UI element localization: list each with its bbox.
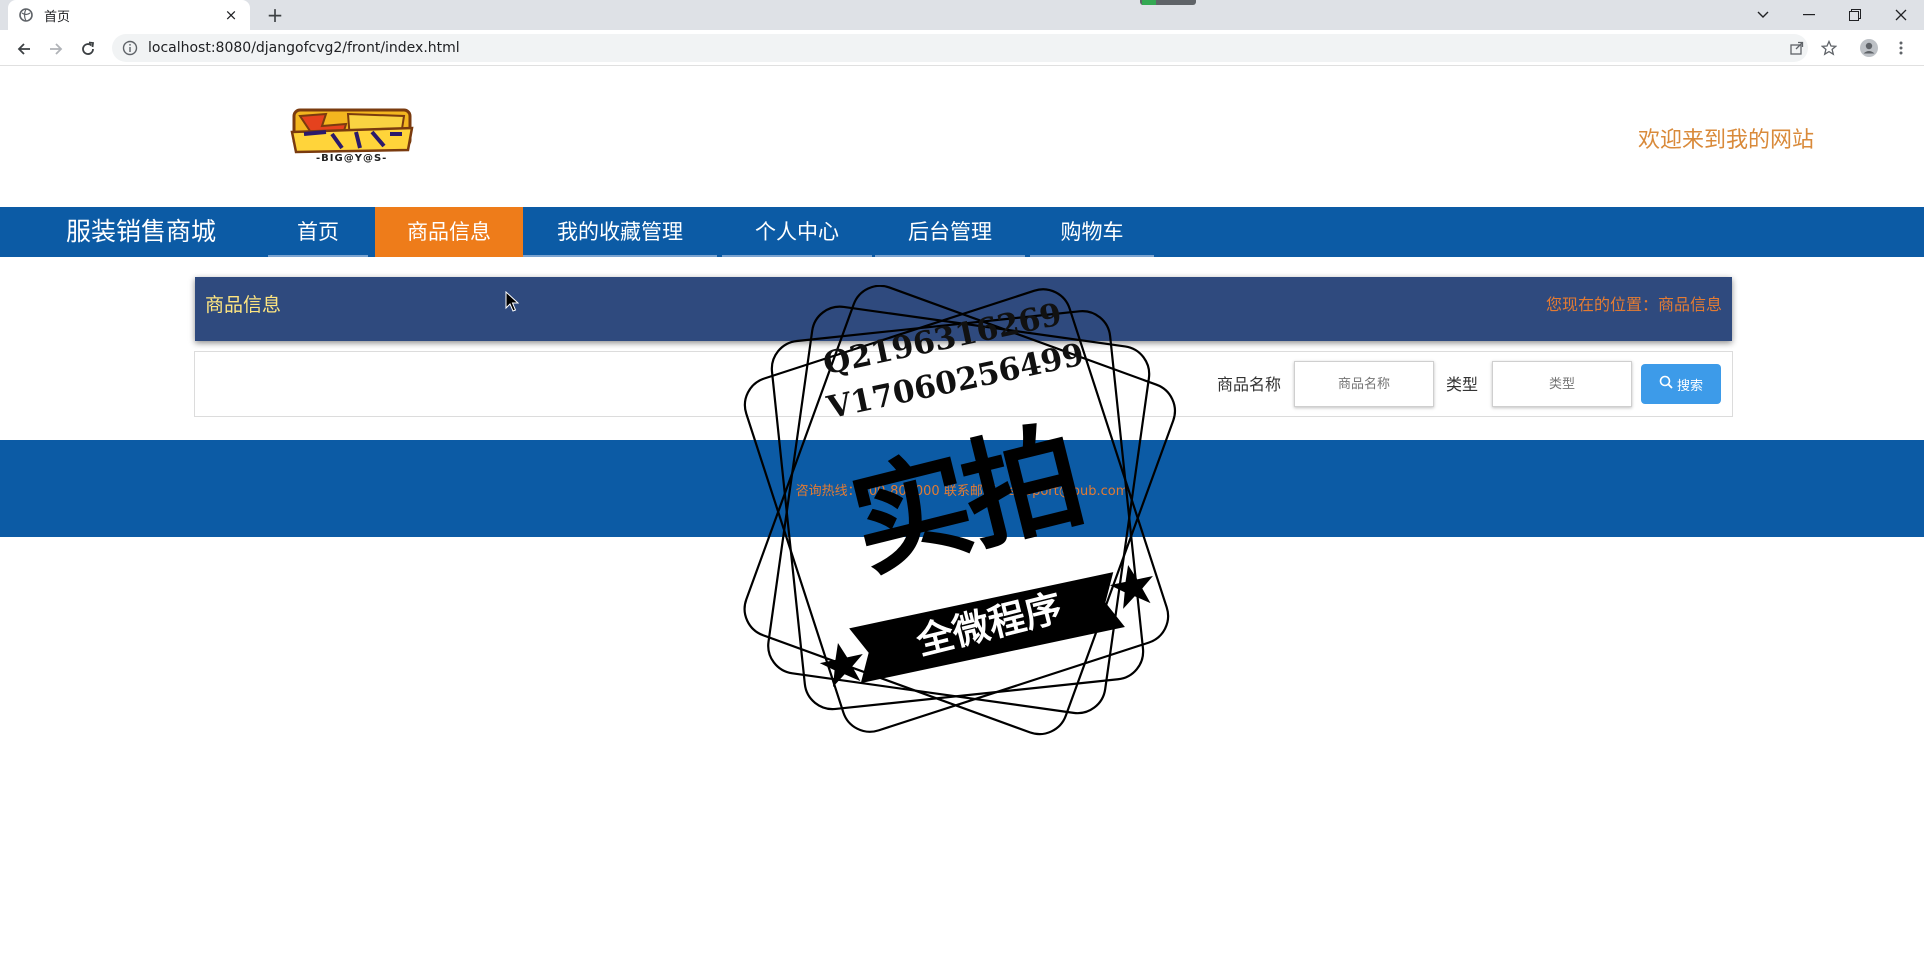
browser-tab[interactable]: 首页 × <box>8 0 250 30</box>
main-nav: 服装销售商城 首页 商品信息 我的收藏管理 个人中心 后台管理 购物车 <box>0 207 1924 257</box>
browser-tab-bar: 首页 × + <box>0 0 1924 30</box>
nav-item-cart[interactable]: 购物车 <box>1030 207 1154 257</box>
share-icon[interactable] <box>1784 34 1810 62</box>
page-title: 商品信息 <box>205 294 282 316</box>
search-button-label: 搜索 <box>1676 378 1703 394</box>
nav-item-profile[interactable]: 个人中心 <box>722 207 872 257</box>
url-text: localhost:8080/djangofcvg2/front/index.h… <box>148 40 460 56</box>
mouse-cursor-icon <box>505 290 520 313</box>
site-info-icon[interactable] <box>122 40 138 56</box>
nav-item-admin[interactable]: 后台管理 <box>875 207 1025 257</box>
back-icon[interactable] <box>11 36 37 62</box>
url-field[interactable]: localhost:8080/djangofcvg2/front/index.h… <box>112 34 1808 62</box>
search-button[interactable]: 搜索 <box>1641 364 1721 404</box>
type-input[interactable] <box>1492 361 1632 407</box>
breadcrumb: 您现在的位置：商品信息 <box>1545 295 1722 314</box>
forward-icon[interactable] <box>43 36 69 62</box>
product-name-input[interactable] <box>1294 361 1434 407</box>
profile-avatar-icon[interactable] <box>1856 34 1882 62</box>
close-tab-icon[interactable]: × <box>222 6 240 24</box>
tab-title: 首页 <box>44 9 71 25</box>
watermark-stamp: Q2196316269 V17060256499 实拍 全微程序 <box>728 284 1190 745</box>
logo-subtitle: -BIG@Y@S- <box>316 153 388 164</box>
browser-menu-icon[interactable] <box>1888 34 1914 62</box>
welcome-text: 欢迎来到我的网站 <box>1637 128 1814 153</box>
tab-indicator <box>1140 0 1196 5</box>
nav-item-favorites[interactable]: 我的收藏管理 <box>523 207 717 257</box>
site-header: -BIG@Y@S- 欢迎来到我的网站 <box>0 66 1924 207</box>
address-bar: localhost:8080/djangofcvg2/front/index.h… <box>0 30 1924 66</box>
restore-icon[interactable] <box>1832 0 1878 30</box>
type-label: 类型 <box>1446 375 1479 394</box>
search-icon <box>1659 375 1673 393</box>
new-tab-button[interactable]: + <box>262 2 288 28</box>
globe-icon <box>18 7 34 23</box>
nav-item-home[interactable]: 首页 <box>268 207 368 257</box>
minimize-icon[interactable] <box>1786 0 1832 30</box>
tab-search-icon[interactable] <box>1740 0 1786 30</box>
reload-icon[interactable] <box>75 36 101 62</box>
bookmark-star-icon[interactable] <box>1816 34 1842 62</box>
close-window-icon[interactable] <box>1878 0 1924 30</box>
site-brand[interactable]: 服装销售商城 <box>66 207 216 257</box>
product-name-label: 商品名称 <box>1217 375 1282 394</box>
nav-item-products[interactable]: 商品信息 <box>375 207 523 257</box>
site-logo[interactable]: -BIG@Y@S- <box>286 104 418 172</box>
